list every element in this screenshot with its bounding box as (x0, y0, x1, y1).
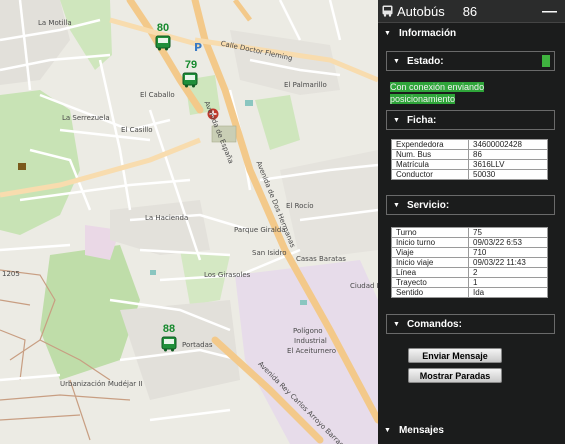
map-label-el-rocio: El Rocío (286, 202, 314, 210)
table-value: 34600002428 (468, 139, 548, 150)
table-value: 3616LLV (468, 159, 548, 170)
map-label-industrial: Industrial (294, 337, 327, 345)
panel-bus-number: 86 (462, 3, 478, 19)
table-key: Num. Bus (391, 149, 469, 160)
map-label-el-aceiturnero: El Aceiturnero (287, 347, 337, 355)
mostrar-paradas-button[interactable]: Mostrar Paradas (408, 368, 502, 383)
map-label-los-girasoles: Los Girasoles (204, 271, 251, 279)
table-row: Trayecto 1 (391, 277, 548, 288)
table-key: Matrícula (391, 159, 469, 170)
collapse-triangle-icon: ▼ (384, 29, 391, 37)
table-value: 86 (468, 149, 548, 160)
table-key: Expendedora (391, 139, 469, 150)
panel-title-label: Autobús (397, 3, 445, 19)
bus-marker-number[interactable]: 88 (158, 323, 180, 335)
table-row: Sentido Ida (391, 287, 548, 298)
estado-header[interactable]: ▼ Estado: (386, 51, 555, 71)
map-label-poligono: Polígono (293, 327, 323, 335)
ficha-label: Ficha: (406, 114, 437, 126)
table-key: Sentido (391, 287, 469, 298)
table-value: 1 (468, 277, 548, 288)
bus-icon[interactable] (155, 35, 171, 51)
map-label-road-number: 1205 (2, 270, 20, 278)
table-value: Ida (468, 287, 548, 298)
informacion-label: Información (398, 27, 457, 39)
collapse-triangle-icon: ▼ (393, 201, 400, 209)
table-value: 50030 (468, 169, 548, 180)
ficha-table: Expendedora 34600002428 Num. Bus 86 Matríc… (391, 139, 548, 180)
table-row: Inicio viaje 09/03/22 11:43 (391, 257, 548, 268)
bus-icon[interactable] (182, 72, 198, 88)
collapse-triangle-icon: ▼ (384, 426, 391, 434)
minimize-button[interactable]: — (542, 3, 557, 20)
collapse-triangle-icon: ▼ (393, 57, 400, 65)
table-row: Conductor 50030 (391, 169, 548, 180)
bus-icon[interactable] (161, 336, 177, 352)
mensajes-header[interactable]: ▼ Mensajes (378, 421, 444, 439)
bus-marker-number[interactable]: 79 (180, 59, 202, 71)
table-value: 09/03/22 6:53 (468, 237, 548, 248)
map-label-el-casillo: El Casillo (121, 126, 153, 134)
map-label-la-hacienda: La Hacienda (145, 214, 189, 222)
map-label-portadas: Portadas (182, 341, 213, 349)
servicio-table: Turno 75 Inicio turno 09/03/22 6:53 Viaje 7… (391, 227, 548, 298)
parking-icon: P (194, 41, 203, 54)
map-label-parque-giralda: Parque Giralda (234, 226, 286, 234)
table-row: Turno 75 (391, 227, 548, 238)
map-label-la-serrezuela: La Serrezuela (62, 114, 110, 122)
table-key: Inicio turno (391, 237, 469, 248)
map-label-urbanizacion: Urbanización Mudéjar II (60, 380, 143, 388)
table-row: Expendedora 34600002428 (391, 139, 548, 150)
comandos-label: Comandos: (406, 318, 462, 330)
map-label-el-caballo: El Caballo (140, 91, 175, 99)
enviar-mensaje-button[interactable]: Enviar Mensaje (408, 348, 502, 363)
collapse-triangle-icon: ▼ (393, 116, 400, 124)
bus-icon (382, 5, 393, 17)
servicio-header[interactable]: ▼ Servicio: (386, 195, 555, 215)
mensajes-label: Mensajes (398, 424, 444, 436)
servicio-label: Servicio: (406, 199, 450, 211)
status-text: Con conexión enviando posicionamiento (390, 81, 565, 105)
table-value: 09/03/22 11:43 (468, 257, 548, 268)
map-label-el-palmarillo: El Palmarillo (284, 81, 327, 89)
table-key: Trayecto (391, 277, 469, 288)
informacion-header[interactable]: ▼ Información (378, 24, 565, 42)
table-row: Viaje 710 (391, 247, 548, 258)
ficha-header[interactable]: ▼ Ficha: (386, 110, 555, 130)
table-key: Viaje (391, 247, 469, 258)
collapse-triangle-icon: ▼ (393, 320, 400, 328)
status-line-2: posicionamiento (390, 94, 456, 104)
table-key: Turno (391, 227, 469, 238)
table-row: Inicio turno 09/03/22 6:53 (391, 237, 548, 248)
table-value: 2 (468, 267, 548, 278)
table-row: Matrícula 3616LLV (391, 159, 548, 170)
map-label-la-motilla: La Motilla (38, 19, 72, 27)
table-key: Inicio viaje (391, 257, 469, 268)
bus-info-panel: Autobús 86 — ▼ Información ▼ Estado: Con… (378, 0, 565, 444)
bus-marker-number[interactable]: 80 (152, 22, 174, 34)
map-label-casas-baratas: Casas Baratas (296, 255, 346, 263)
table-value: 75 (468, 227, 548, 238)
table-key: Conductor (391, 169, 469, 180)
status-line-1: Con conexión enviando (390, 82, 485, 92)
table-key: Línea (391, 267, 469, 278)
table-value: 710 (468, 247, 548, 258)
map-label-ciudad-r: Ciudad R (350, 282, 378, 290)
estado-label: Estado: (406, 55, 444, 67)
table-row: Num. Bus 86 (391, 149, 548, 160)
map-label-san-isidro: San Isidro (252, 249, 287, 257)
comandos-header[interactable]: ▼ Comandos: (386, 314, 555, 334)
panel-title-bar: Autobús 86 — (378, 0, 565, 23)
table-row: Línea 2 (391, 267, 548, 278)
status-indicator-led (542, 55, 550, 67)
map-view[interactable]: La Motilla El Caballo La Serrezuela El C… (0, 0, 378, 444)
